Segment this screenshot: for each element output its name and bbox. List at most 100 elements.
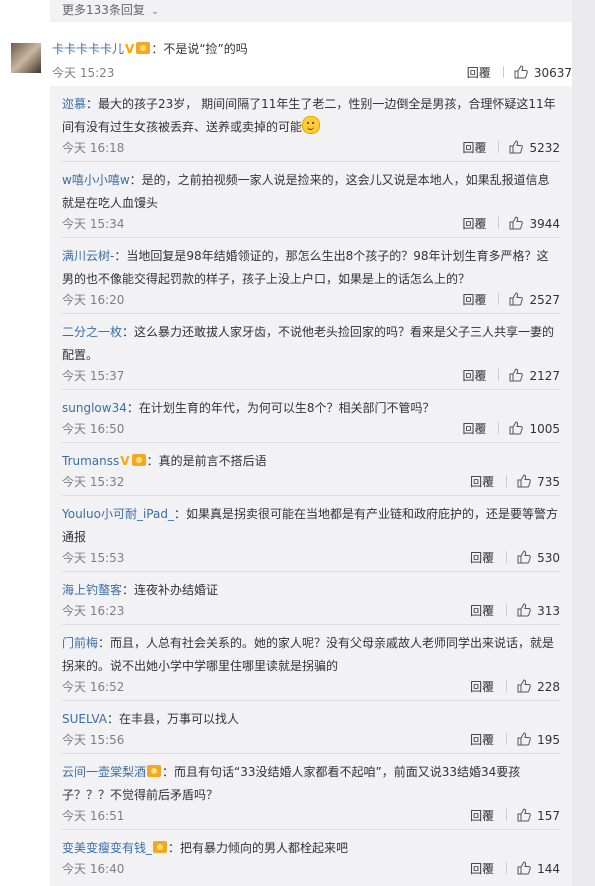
thumbs-up-icon[interactable] xyxy=(509,140,524,154)
medal-icon xyxy=(153,841,168,853)
reply-text: ：当地回复是98年结婚领证的，那怎么生出8个孩子的？98年计划生育多严格？这男的… xyxy=(62,249,549,286)
divider xyxy=(506,551,508,563)
reply-username[interactable]: Trumanss xyxy=(62,454,119,468)
divider xyxy=(498,217,500,229)
reply-list: 迩慕：最大的孩子23岁， 期间间隔了11年生了老二，性别一边倒全是男孩，合理怀疑… xyxy=(50,86,572,886)
thumbs-up-icon[interactable] xyxy=(517,474,531,488)
reply-username[interactable]: SUELVA xyxy=(62,712,107,726)
reply-button[interactable]: 回覆 xyxy=(470,678,494,695)
reply-actions: 回覆 313 xyxy=(470,602,560,619)
reply-username[interactable]: 变美变瘦变有钱_ xyxy=(62,841,152,855)
reply-username[interactable]: 门前梅 xyxy=(62,636,98,650)
reply-button[interactable]: 回覆 xyxy=(470,807,494,824)
main-comment-username[interactable]: 卡卡卡卡卡儿 xyxy=(52,42,124,56)
thumbs-up-icon[interactable] xyxy=(509,421,524,435)
reply-text: ：而且，人总有社会关系的。她的家人呢？没有父母亲戚故人老师同学出来说话，就是拐来… xyxy=(62,636,555,673)
reply-time: 今天 16:40 xyxy=(62,862,125,876)
list-item: w嘻小小嘻w：是的，之前拍视频一家人说是捡来的，这会儿又说是本地人，如果乱报道信… xyxy=(50,162,572,238)
divider xyxy=(498,369,500,381)
comment-card: 更多133条回复 ⌄ 卡卡卡卡卡儿V ：不是说“捡”的吗 今天 15:23 回覆 30… xyxy=(0,0,572,886)
reply-username[interactable]: sunglow34 xyxy=(62,401,127,415)
medal-icon xyxy=(136,42,151,54)
reply-body: 门前梅：而且，人总有社会关系的。她的家人呢？没有父母亲戚故人老师同学出来说话，就… xyxy=(62,632,560,678)
reply-body: w嘻小小嘻w：是的，之前拍视频一家人说是捡来的，这会儿又说是本地人，如果乱报道信… xyxy=(62,169,560,215)
reply-body: SUELVA：在丰县，万事可以找人 xyxy=(62,708,560,731)
reply-time: 今天 15:32 xyxy=(62,475,125,489)
reply-button[interactable]: 回覆 xyxy=(470,549,494,566)
reply-username[interactable]: 迩慕 xyxy=(62,97,86,111)
avatar[interactable] xyxy=(11,43,41,73)
reply-button[interactable]: 回覆 xyxy=(470,731,494,748)
like-count: 313 xyxy=(537,604,560,618)
chevron-down-icon[interactable]: ⌄ xyxy=(145,6,159,17)
reply-username[interactable]: w嘻小小嘻w xyxy=(62,173,130,187)
reply-button[interactable]: 回覆 xyxy=(462,291,486,308)
thumbs-up-icon[interactable] xyxy=(514,65,528,79)
like-count: 3944 xyxy=(529,217,560,231)
reply-button[interactable]: 回覆 xyxy=(470,860,494,877)
reply-text: ：真的是前言不搭后语 xyxy=(146,454,267,468)
thumbs-up-icon[interactable] xyxy=(509,292,524,306)
main-comment-text: ：不是说“捡”的吗 xyxy=(151,42,248,56)
like-count: 5232 xyxy=(529,141,560,155)
reply-time: 今天 16:23 xyxy=(62,604,125,618)
like-count: 144 xyxy=(537,862,560,876)
reply-actions: 回覆 195 xyxy=(470,731,560,748)
thumbs-up-icon[interactable] xyxy=(509,368,524,382)
reply-text: ：在丰县，万事可以找人 xyxy=(107,712,240,726)
like-count: 530 xyxy=(537,551,560,565)
divider xyxy=(506,862,508,874)
thumbs-up-icon[interactable] xyxy=(517,861,531,875)
reply-username[interactable]: 云间一壶棠梨酒 xyxy=(62,765,146,779)
more-replies-link[interactable]: 更多133条回复 ⌄ xyxy=(50,0,572,22)
reply-text: ：这么暴力还敢拔人家牙齿，不说他老头捡回家的吗？看来是父子三人共享一妻的配置。 xyxy=(62,325,555,362)
reply-button[interactable]: 回覆 xyxy=(470,473,494,490)
reply-button[interactable]: 回覆 xyxy=(462,139,486,156)
reply-username[interactable]: 满川云树- xyxy=(62,249,114,263)
reply-button[interactable]: 回覆 xyxy=(470,602,494,619)
list-item: Youluo小可耐_iPad_：如果真是拐卖很可能在当地都是有产业链和政府庇护的… xyxy=(50,496,572,572)
list-item: 门前梅：而且，人总有社会关系的。她的家人呢？没有父母亲戚故人老师同学出来说话，就… xyxy=(50,625,572,701)
list-item: 云间一壶棠梨酒 ：而且有句话“33没结婚人家都看不起咱”，前面又说33结婚34要孩… xyxy=(50,754,572,830)
thumbs-up-icon[interactable] xyxy=(517,550,531,564)
divider xyxy=(506,475,508,487)
reply-time: 今天 15:53 xyxy=(62,551,125,565)
reply-body: 二分之一枚：这么暴力还敢拔人家牙齿，不说他老头捡回家的吗？看来是父子三人共享一妻… xyxy=(62,321,560,367)
divider xyxy=(506,733,508,745)
like-count: 195 xyxy=(537,733,560,747)
divider xyxy=(498,141,500,153)
thumbs-up-icon[interactable] xyxy=(517,603,531,617)
reply-button[interactable]: 回覆 xyxy=(467,64,491,81)
like-count: 2527 xyxy=(529,293,560,307)
thumbs-up-icon[interactable] xyxy=(517,808,531,822)
reply-username[interactable]: Youluo小可耐_iPad_ xyxy=(62,507,174,521)
like-count: 30637 xyxy=(533,66,572,80)
divider xyxy=(506,809,508,821)
reply-text: ：是的，之前拍视频一家人说是捡来的，这会儿又说是本地人，如果乱报道信息就是在吃人… xyxy=(62,173,550,210)
reply-username[interactable]: 海上钓螯客 xyxy=(62,583,122,597)
reply-text: ：在计划生育的年代，为何可以生8个？相关部门不管吗？ xyxy=(126,401,435,415)
thumbs-up-icon[interactable] xyxy=(517,679,531,693)
list-item: 满川云树-：当地回复是98年结婚领证的，那怎么生出8个孩子的？98年计划生育多严… xyxy=(50,238,572,314)
reply-time: 今天 16:51 xyxy=(62,809,125,823)
reply-body: Youluo小可耐_iPad_：如果真是拐卖很可能在当地都是有产业链和政府庇护的… xyxy=(62,503,560,549)
more-replies-label[interactable]: 更多133条回复 xyxy=(50,3,145,17)
divider xyxy=(502,66,504,78)
reply-body: 海上钓螯客：连夜补办结婚证 xyxy=(62,579,560,602)
reply-body: sunglow34：在计划生育的年代，为何可以生8个？相关部门不管吗？ xyxy=(62,397,560,420)
list-item: 迩慕：最大的孩子23岁， 期间间隔了11年生了老二，性别一边倒全是男孩，合理怀疑… xyxy=(50,86,572,162)
reply-button[interactable]: 回覆 xyxy=(462,420,486,437)
medal-icon xyxy=(147,765,162,777)
reply-time: 今天 16:18 xyxy=(62,141,125,155)
list-item: SUELVA：在丰县，万事可以找人 今天 15:56 回覆 195 xyxy=(50,701,572,754)
thumbs-up-icon[interactable] xyxy=(509,216,524,230)
reply-username[interactable]: 二分之一枚 xyxy=(62,325,122,339)
like-count: 735 xyxy=(537,475,560,489)
verified-v-icon: V xyxy=(125,42,135,56)
reply-button[interactable]: 回覆 xyxy=(462,367,486,384)
thumbs-up-icon[interactable] xyxy=(517,732,531,746)
reply-time: 今天 15:37 xyxy=(62,369,125,383)
main-comment-actions: 回覆 30637 xyxy=(467,64,572,81)
reply-button[interactable]: 回覆 xyxy=(462,215,486,232)
reply-actions: 回覆 530 xyxy=(470,549,560,566)
